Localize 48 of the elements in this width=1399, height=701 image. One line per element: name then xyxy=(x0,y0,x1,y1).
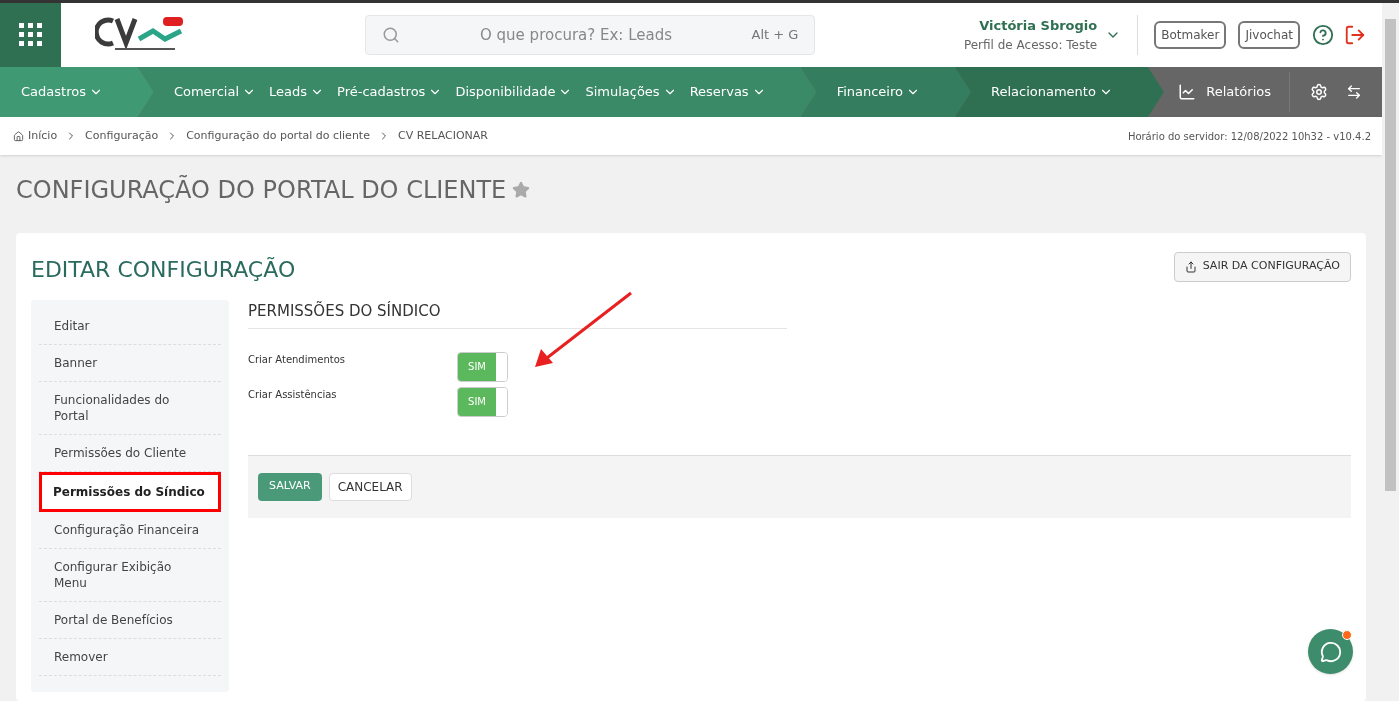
chat-icon xyxy=(1319,640,1342,663)
settings-icon[interactable] xyxy=(1310,83,1328,101)
user-name[interactable]: Victória Sbrogio xyxy=(979,16,1098,36)
nav-item[interactable]: Simulações xyxy=(585,82,677,102)
sidebar-item[interactable]: Configuração Financeira xyxy=(39,512,221,549)
card-title: EDITAR CONFIGURAÇÃO xyxy=(31,256,296,284)
sidebar-item[interactable]: Portal de Benefícios xyxy=(39,602,221,639)
toggle-label: Criar Assistências xyxy=(248,387,337,402)
sidebar-item[interactable]: Permissões do Síndico xyxy=(39,472,221,512)
logout-icon[interactable] xyxy=(1344,24,1366,46)
nav-item[interactable]: Pré-cadastros xyxy=(337,82,443,102)
page-title: CONFIGURAÇÃO DO PORTAL DO CLIENTE xyxy=(16,174,507,206)
reports-link[interactable]: Relatórios xyxy=(1206,82,1271,102)
grid-icon xyxy=(18,23,43,47)
header-button[interactable]: Botmaker xyxy=(1154,21,1227,49)
shortcut-hint: Alt + G xyxy=(751,26,799,45)
cancel-button[interactable]: CANCELAR xyxy=(328,472,412,501)
search-icon xyxy=(382,26,401,44)
header-button[interactable]: Jivochat xyxy=(1238,21,1300,49)
sidebar-item[interactable]: Editar xyxy=(39,308,221,345)
nav-item[interactable]: Comercial xyxy=(173,82,256,102)
search-bar[interactable]: O que procura? Ex: Leads Alt + G xyxy=(365,15,816,55)
sidebar-item[interactable]: Remover xyxy=(39,639,221,676)
toggle-label: Criar Atendimentos xyxy=(248,352,345,367)
nav-item[interactable]: Leads xyxy=(269,82,325,102)
chart-icon xyxy=(1178,83,1197,101)
search-field[interactable]: O que procura? Ex: Leads xyxy=(400,23,752,47)
nav-item[interactable]: Reservas xyxy=(689,82,766,102)
nav-item[interactable]: Financeiro xyxy=(836,82,920,102)
home-icon xyxy=(13,130,24,142)
nav-item[interactable]: Relacionamento xyxy=(991,82,1113,102)
exit-config-button[interactable]: SAIR DA CONFIGURAÇÃO xyxy=(1173,251,1351,282)
breadcrumb-link[interactable]: Configuração xyxy=(85,127,159,145)
breadcrumb-link[interactable]: Início xyxy=(28,127,58,145)
sidebar-item[interactable]: Funcionalidades do Portal xyxy=(39,382,221,435)
breadcrumb-link[interactable]: Configuração do portal do cliente xyxy=(186,127,370,145)
star-icon[interactable] xyxy=(512,180,531,199)
share-arrow-icon xyxy=(1184,260,1197,273)
apps-menu-button[interactable] xyxy=(0,3,61,67)
section-title: PERMISSÕES DO SÍNDICO xyxy=(248,300,787,329)
sidebar-item[interactable]: Banner xyxy=(39,345,221,382)
help-icon[interactable] xyxy=(1312,24,1334,46)
swap-icon[interactable] xyxy=(1346,84,1362,100)
sidebar-item[interactable]: Configurar Exibição Menu xyxy=(39,549,221,602)
server-time: Horário do servidor: 12/08/2022 10h32 - v10.4.2 xyxy=(1127,129,1371,144)
breadcrumb-link[interactable]: CV RELACIONAR xyxy=(397,127,488,145)
user-profile: Perfil de Acesso: Teste xyxy=(963,36,1098,54)
nav-item[interactable]: Disponibilidade xyxy=(455,82,573,102)
